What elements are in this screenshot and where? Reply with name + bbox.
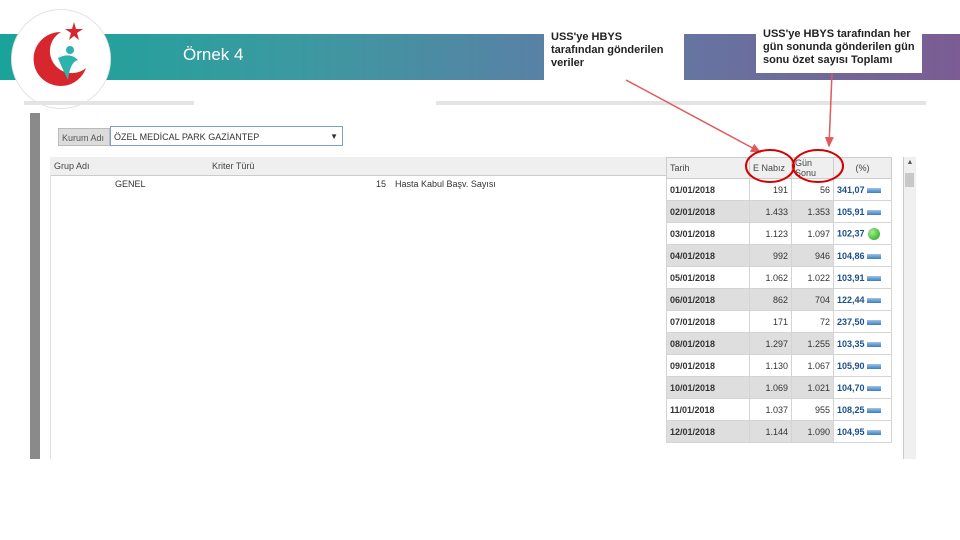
highlight-circle-gunsonu <box>792 149 844 183</box>
arrow-line-1 <box>625 79 762 153</box>
annotation-overlay <box>625 72 844 183</box>
arrow-line-2 <box>824 72 834 148</box>
highlight-circle-enabiz <box>745 149 795 183</box>
